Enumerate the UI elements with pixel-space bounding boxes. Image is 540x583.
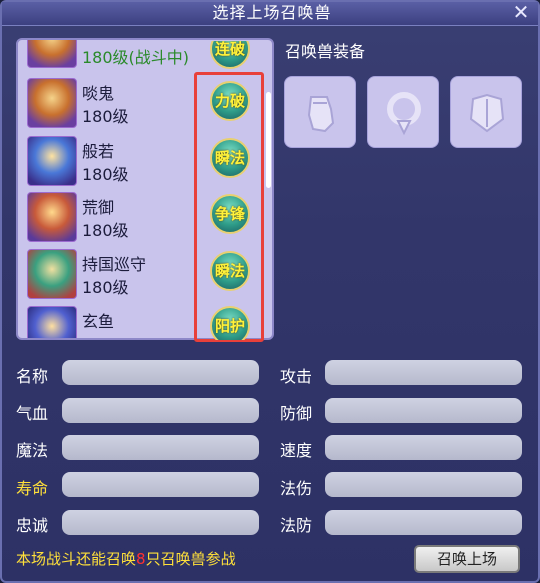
pet-row[interactable]: 荒御 180级	[18, 188, 198, 244]
window-title: 选择上场召唤兽	[212, 3, 332, 22]
pet-name: 般若	[82, 142, 115, 161]
attack-label: 攻击	[280, 367, 313, 386]
summon-remaining-text: 本场战斗还能召唤8只召唤兽参战	[16, 548, 236, 569]
pet-portrait	[27, 78, 77, 128]
pet-row[interactable]: 般若 180级	[18, 132, 198, 188]
pet-row[interactable]: 玄鱼	[18, 302, 198, 338]
mp-field	[62, 435, 259, 460]
speed-field	[325, 435, 522, 460]
life-label: 寿命	[16, 479, 49, 498]
summon-text-after: 只召唤兽参战	[145, 550, 236, 568]
pet-portrait	[27, 306, 77, 338]
pet-level: 180级	[82, 278, 129, 297]
pet-portrait	[27, 136, 77, 186]
close-button[interactable]: ✕	[510, 2, 532, 24]
pet-name: 荒御	[82, 198, 115, 217]
hp-field	[62, 398, 259, 423]
loyalty-label: 忠诚	[16, 516, 49, 535]
name-label: 名称	[16, 367, 49, 386]
magic-defense-field	[325, 510, 522, 535]
summon-text-before: 本场战斗还能召唤	[16, 550, 137, 568]
gauntlet-icon	[307, 96, 335, 133]
pet-list-scrollbar[interactable]	[266, 92, 271, 188]
pet-row[interactable]: 啖鬼 180级	[18, 74, 198, 130]
pet-level: 180级	[82, 107, 129, 126]
skill-icon[interactable]: 力破	[210, 81, 250, 121]
pet-name: 玄鱼	[82, 312, 115, 331]
pet-row[interactable]: 持国巡守 180级	[18, 245, 198, 301]
name-field	[62, 360, 259, 385]
pet-portrait	[27, 192, 77, 242]
skill-icon[interactable]: 瞬法	[210, 138, 250, 178]
defense-label: 防御	[280, 404, 313, 423]
pet-row[interactable]: 180级(战斗中)	[18, 40, 198, 70]
defense-field	[325, 398, 522, 423]
magic-damage-field	[325, 472, 522, 497]
skill-icon[interactable]: 争锋	[210, 194, 250, 234]
pet-name: 啖鬼	[82, 84, 115, 103]
equip-slot-gauntlet[interactable]	[284, 76, 356, 148]
skill-icon[interactable]: 瞬法	[210, 251, 250, 291]
collar-icon	[387, 92, 421, 136]
mp-label: 魔法	[16, 441, 49, 460]
armor-icon	[469, 93, 505, 133]
loyalty-field	[62, 510, 259, 535]
pet-level: 180级(战斗中)	[82, 48, 190, 67]
pet-portrait	[27, 40, 77, 68]
life-field	[62, 472, 259, 497]
pet-level: 180级	[82, 165, 129, 184]
title-bar[interactable]: 选择上场召唤兽 ✕	[2, 2, 538, 26]
attack-field	[325, 360, 522, 385]
pet-name: 持国巡守	[82, 255, 147, 274]
magic-damage-label: 法伤	[280, 479, 313, 498]
pet-portrait	[27, 249, 77, 299]
summon-remaining-count: 8	[136, 550, 146, 568]
summon-button[interactable]: 召唤上场	[414, 545, 520, 573]
speed-label: 速度	[280, 441, 313, 460]
skill-icon[interactable]: 连破	[210, 41, 250, 69]
equip-slot-collar[interactable]	[367, 76, 439, 148]
equipment-title: 召唤兽装备	[285, 42, 366, 61]
equip-slot-armor[interactable]	[450, 76, 522, 148]
pet-level: 180级	[82, 221, 129, 240]
magic-defense-label: 法防	[280, 516, 313, 535]
hp-label: 气血	[16, 404, 49, 423]
summon-select-window: 选择上场召唤兽 ✕ 180级(战斗中) 啖鬼 180级 般若 180级 荒御 1…	[0, 0, 540, 583]
